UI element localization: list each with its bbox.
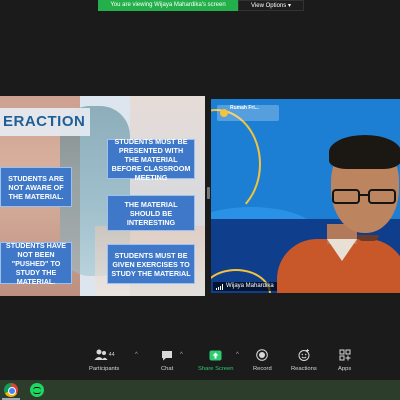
slide-box-presented-before: STUDENTS MUST BE PRESENTED WITH THE MATE… (107, 137, 195, 182)
share-screen-icon (209, 350, 222, 360)
slide-box-not-aware: STUDENTS ARE NOT AWARE OF THE MATERIAL. (0, 167, 72, 207)
slide-box-not-pushed: STUDENTS HAVE NOT BEEN "PUSHED" TO STUDY… (0, 241, 72, 286)
record-icon (256, 349, 269, 361)
reactions-icon (298, 349, 310, 361)
chat-icon (162, 350, 173, 360)
view-options-label: View Options (251, 3, 287, 9)
split-view-divider-handle[interactable] (207, 187, 210, 199)
view-options-button[interactable]: View Options ▾ (238, 0, 304, 11)
share-options-caret[interactable]: ^ (236, 352, 239, 358)
reactions-button[interactable]: Reactions (291, 348, 317, 372)
participants-label: Participants (89, 366, 120, 372)
participants-button[interactable]: 44 Participants (89, 348, 119, 372)
chat-button[interactable]: Chat (161, 348, 173, 372)
viewing-screen-label: You are viewing Wijaya Mahardika's scree… (98, 0, 238, 11)
connection-signal-icon (216, 283, 223, 290)
shared-screen-slide: ERACTION STUDENTS ARE NOT AWARE OF THE M… (0, 96, 205, 296)
meeting-toolbar: 44 Participants ^ Chat ^ Share Screen ^ (0, 348, 400, 378)
spotify-icon[interactable] (30, 383, 44, 397)
slide-title: ERACTION (0, 108, 90, 136)
participants-icon (94, 349, 108, 360)
apps-button[interactable]: Apps (338, 348, 351, 372)
os-taskbar (0, 380, 400, 400)
view-options-caret: ▾ (287, 3, 291, 9)
slide-box-exercises: STUDENTS MUST BE GIVEN EXERCISES TO STUD… (107, 244, 195, 284)
chat-options-caret[interactable]: ^ (180, 352, 183, 358)
virtual-background-logo-text: Rumah Fri... (230, 105, 259, 111)
participants-options-caret[interactable]: ^ (135, 352, 138, 358)
share-screen-button[interactable]: Share Screen (198, 348, 233, 372)
participants-count: 44 (108, 352, 115, 358)
zoom-meeting-window: You are viewing Wijaya Mahardika's scree… (0, 0, 400, 400)
chrome-icon[interactable] (4, 383, 18, 397)
viewing-banner: You are viewing Wijaya Mahardika's scree… (98, 0, 304, 11)
apps-icon (339, 349, 351, 361)
participant-name: Wijaya Mahardika (226, 283, 274, 289)
share-screen-label: Share Screen (198, 366, 234, 372)
apps-label: Apps (338, 366, 352, 372)
record-label: Record (253, 366, 272, 372)
participant-glasses (332, 189, 398, 205)
chat-label: Chat (161, 366, 174, 372)
participant-name-tag: Wijaya Mahardika (213, 282, 277, 291)
participant-video-tile[interactable]: Rumah Fri... Wijaya Mahardika (211, 99, 400, 293)
reactions-label: Reactions (291, 366, 317, 372)
slide-box-interesting: THE MATERIAL SHOULD BE INTERESTING (107, 195, 195, 231)
record-button[interactable]: Record (253, 348, 272, 372)
